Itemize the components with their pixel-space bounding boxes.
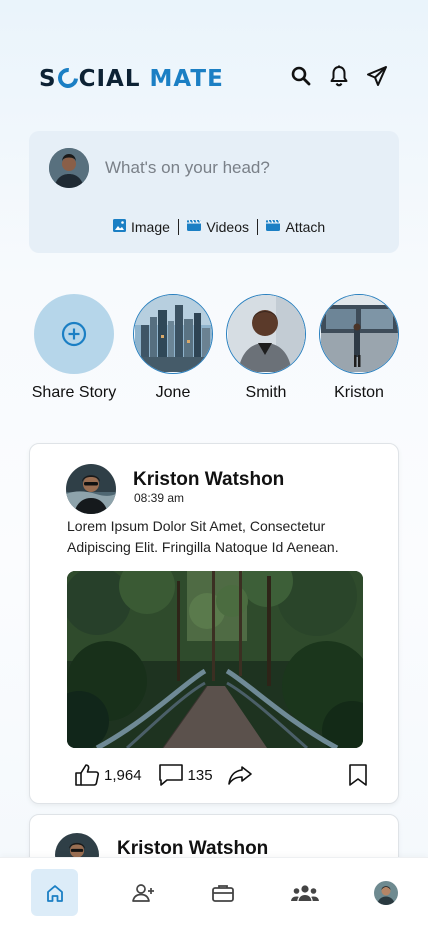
post-card: Kriston Watshon 08:39 am Lorem Ipsum Dol… <box>29 443 399 804</box>
like-count: 1,964 <box>104 766 142 784</box>
share-icon <box>227 766 252 785</box>
story-kriston[interactable]: Kriston <box>319 294 399 402</box>
story-name: Smith <box>245 384 287 401</box>
story-image-city <box>133 294 213 374</box>
story-image-smith <box>226 294 306 374</box>
attach-button[interactable]: Attach <box>258 219 333 235</box>
add-friend-icon <box>131 883 154 902</box>
story-name: Jone <box>155 384 191 401</box>
nav-home[interactable] <box>31 869 78 916</box>
attach-icon <box>266 219 282 235</box>
attach-button-label: Attach <box>285 219 326 235</box>
nav-add-friend[interactable] <box>120 869 167 916</box>
app-logo: S CIAL MATE <box>39 63 224 93</box>
user-avatar[interactable] <box>49 148 89 188</box>
post-image-forest-bridge[interactable] <box>67 571 363 748</box>
comment-icon <box>158 764 183 786</box>
nav-profile[interactable] <box>362 869 409 916</box>
top-header: S CIAL MATE <box>39 62 399 94</box>
videos-button[interactable]: Videos <box>179 219 257 235</box>
post-author-avatar[interactable] <box>66 464 116 514</box>
profile-avatar <box>373 880 398 905</box>
post-actions: 1,964 135 <box>74 762 368 788</box>
bottom-nav <box>0 857 428 926</box>
search-icon[interactable] <box>289 64 313 88</box>
thumbs-up-icon <box>75 764 100 786</box>
post-timestamp: 08:39 am <box>134 491 185 505</box>
post-composer: Image Videos Attach <box>29 131 399 253</box>
videos-button-label: Videos <box>206 219 249 235</box>
like-button[interactable]: 1,964 <box>74 763 142 787</box>
comment-count: 135 <box>187 766 213 784</box>
story-jone[interactable]: Jone <box>133 294 213 402</box>
groups-icon <box>290 884 319 901</box>
bookmark-icon <box>349 764 367 786</box>
story-name: Kriston <box>334 384 384 401</box>
nav-jobs[interactable] <box>199 869 246 916</box>
post-author-name[interactable]: Kriston Watshon <box>133 469 284 491</box>
plus-circle-icon <box>61 321 87 347</box>
share-story-button[interactable] <box>34 294 114 374</box>
share-button[interactable] <box>227 764 253 786</box>
bookmark-button[interactable] <box>348 763 368 787</box>
composer-input[interactable] <box>105 155 375 181</box>
bell-icon[interactable] <box>327 64 351 88</box>
story-share[interactable]: Share Story <box>32 294 116 402</box>
image-button-label: Image <box>131 219 170 235</box>
video-icon <box>187 219 202 235</box>
send-icon[interactable] <box>365 64 389 88</box>
logo-o-ring <box>53 63 82 93</box>
post-text: Lorem Ipsum Dolor Sit Amet, Consectetur … <box>67 518 339 555</box>
image-icon <box>113 219 126 235</box>
comment-button[interactable]: 135 <box>158 763 213 787</box>
home-icon <box>46 884 63 902</box>
story-image-kriston <box>319 294 399 374</box>
story-smith[interactable]: Smith <box>226 294 306 402</box>
stories-row: Share Story Jone Smith Kriston <box>29 294 428 409</box>
story-name: Share Story <box>31 384 117 401</box>
image-button[interactable]: Image <box>105 219 178 235</box>
briefcase-icon <box>211 884 234 902</box>
nav-groups[interactable] <box>281 869 328 916</box>
